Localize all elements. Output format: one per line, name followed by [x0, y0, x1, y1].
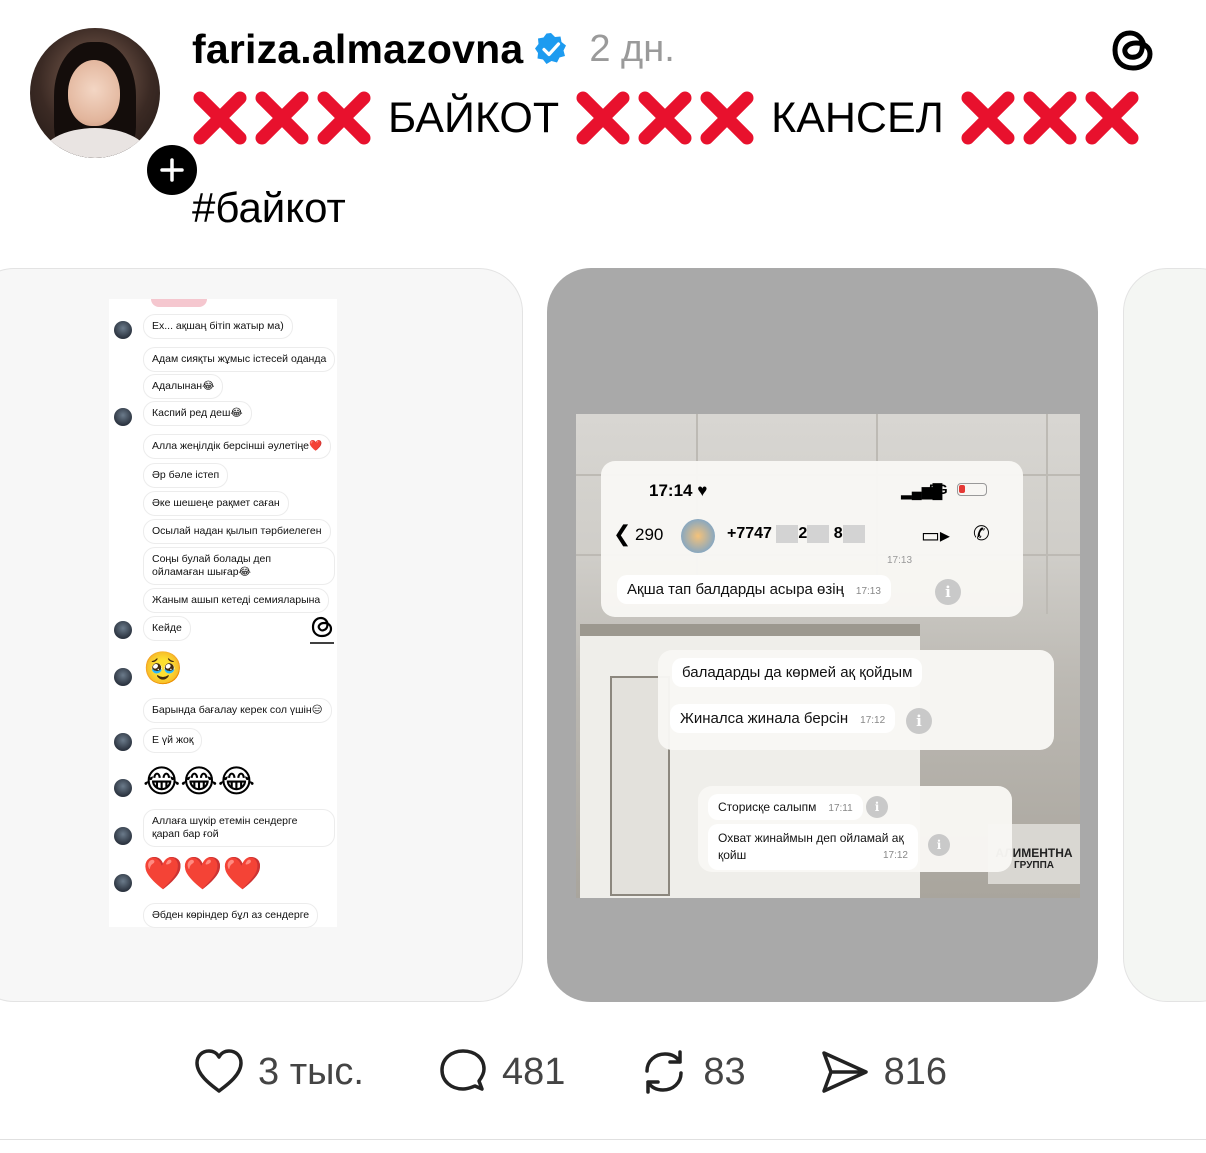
battery-icon	[957, 483, 987, 496]
chat-bubble: Жиналса жинала берсін 17:12	[670, 704, 896, 733]
back-count: 290	[635, 525, 664, 544]
red-cross-mark-icon	[961, 91, 1015, 145]
hashtag-link[interactable]: #байкот	[192, 184, 346, 232]
send-icon	[821, 1051, 868, 1093]
video-call-icon[interactable]: ▭▸	[921, 523, 950, 548]
chat-message: Ех... ақшаң бітіп жатыр ма)	[143, 314, 293, 339]
post-title: БАЙКОТ КАНСЕЛ	[192, 88, 1140, 148]
info-icon[interactable]: i	[866, 796, 888, 818]
info-icon[interactable]: i	[906, 708, 932, 734]
chat-message: Аллаға шүкір етемін сендерге қарап бар ғ…	[143, 809, 335, 847]
chat-message: Әке шешеңе рақмет саған	[143, 491, 289, 516]
chat-avatar	[114, 779, 132, 797]
chat-message: Әбден көріндер бұл аз сендерге	[143, 903, 319, 928]
chat-screenshot-1: Ех... ақшаң бітіп жатыр ма) Адам сияқты …	[109, 299, 337, 928]
repost-icon	[645, 1050, 684, 1094]
chat-avatar	[114, 408, 132, 426]
title-word-boycott: БАЙКОТ	[388, 93, 560, 142]
username[interactable]: fariza.almazovna	[192, 26, 523, 73]
chat-bubble-panel: баладарды да көрмей ақ қойдым Жиналса жи…	[658, 650, 1054, 750]
repost-button[interactable]: 83	[637, 1045, 746, 1099]
chat-message: Жаным ашып кетеді семияларына	[143, 588, 330, 613]
chat-bubble: Ақша тап балдарды асыра өзің 17:13	[617, 575, 891, 604]
chat-bubble: Охват жинаймын деп ойламай ақ қойш 17:12	[708, 824, 918, 870]
phone-call-icon[interactable]: ✆	[973, 521, 990, 546]
post-header: fariza.almazovna 2 дн.	[192, 24, 675, 74]
chat-avatar	[114, 621, 132, 639]
chat-emoji: ❤️❤️❤️	[143, 855, 263, 891]
back-chevron-icon[interactable]: ❮	[613, 521, 631, 547]
info-icon[interactable]: i	[928, 834, 950, 856]
chat-avatar	[114, 733, 132, 751]
chat-message: Адалынан😂	[143, 374, 224, 399]
carousel-image-2[interactable]: АЛИМЕНТНА ГРУППА 17:14 ♥ ▂▄▆█ 5G ❮ 290 +…	[547, 268, 1098, 1002]
chat-message: Осылай надан қылып тәрбиелеген	[143, 519, 331, 544]
red-cross-mark-icon	[317, 91, 371, 145]
chat-message: Әр бәле істеп	[143, 463, 229, 488]
chat-bubble: Сторисқе салыпм 17:11	[708, 794, 863, 820]
like-count: 3 тыс.	[258, 1050, 364, 1093]
chat-avatar	[114, 321, 132, 339]
red-cross-mark-icon	[576, 91, 630, 145]
red-cross-mark-icon	[638, 91, 692, 145]
plus-icon	[160, 158, 184, 182]
comment-button[interactable]: 481	[436, 1045, 565, 1099]
chat-message: Адам сияқты жұмыс істесей оданда	[143, 347, 336, 372]
carousel-image-3[interactable]	[1123, 268, 1206, 1002]
verified-badge-icon	[535, 33, 567, 64]
chat-message: Е үй жоқ	[143, 728, 203, 753]
red-cross-mark-icon	[1085, 91, 1139, 145]
chat-screenshot-2: АЛИМЕНТНА ГРУППА 17:14 ♥ ▂▄▆█ 5G ❮ 290 +…	[576, 414, 1080, 898]
threads-watermark-icon	[310, 616, 334, 644]
threads-logo-icon[interactable]	[1108, 24, 1158, 76]
title-word-cancel: КАНСЕЛ	[771, 93, 944, 142]
red-cross-mark-icon	[1023, 91, 1077, 145]
heart-icon	[195, 1049, 243, 1093]
red-cross-mark-icon	[193, 91, 247, 145]
profile-photo	[30, 28, 160, 158]
status-time: 17:14 ♥	[649, 481, 708, 500]
share-count: 816	[883, 1050, 948, 1093]
red-cross-mark-icon	[255, 91, 309, 145]
carousel-image-1[interactable]: Ех... ақшаң бітіп жатыр ма) Адам сияқты …	[0, 268, 523, 1002]
chat-bubble-panel: Сторисқе салыпм 17:11 i Охват жинаймын де…	[698, 786, 1012, 872]
chat-message: Соңы булай болады деп ойламаған шығар😂	[143, 547, 335, 585]
repost-count: 83	[703, 1050, 746, 1093]
avatar[interactable]	[30, 28, 202, 200]
network-type: 5G	[929, 481, 948, 497]
info-icon[interactable]: i	[935, 579, 961, 605]
chat-bubble: баладарды да көрмей ақ қойдым	[672, 658, 923, 687]
partial-time: 17:13	[887, 555, 913, 566]
chat-message: Алла жеңілдік берсінші әулетіңе❤️	[143, 434, 332, 459]
contact-avatar	[681, 519, 715, 553]
chat-header-panel: 17:14 ♥ ▂▄▆█ 5G ❮ 290 +7747 2 8 ▭▸ ✆ 17:…	[601, 461, 1023, 617]
post-time: 2 дн.	[589, 27, 675, 70]
comment-count: 481	[501, 1050, 566, 1093]
like-button[interactable]: 3 тыс.	[192, 1045, 364, 1099]
contact-phone: +7747 2 8	[727, 525, 865, 543]
comment-bubble-icon	[440, 1049, 486, 1091]
chat-emoji: 🥹	[143, 650, 183, 686]
chat-message: Кейде	[143, 616, 191, 641]
post-actions: 3 тыс. 481 83 816	[192, 1044, 947, 1100]
chat-message: Барында бағалау керек сол үшін😑	[143, 698, 332, 723]
post-divider	[0, 1139, 1206, 1140]
chat-emoji: 😂😂😂	[143, 763, 256, 799]
cross-marks-group	[192, 90, 372, 146]
chat-avatar	[114, 874, 132, 892]
cross-marks-group	[575, 90, 755, 146]
chat-avatar	[114, 827, 132, 845]
share-button[interactable]: 816	[818, 1045, 947, 1099]
chat-avatar	[114, 668, 132, 686]
cross-marks-group	[960, 90, 1140, 146]
chat-message: Каспий ред деш😂	[143, 401, 252, 426]
red-cross-mark-icon	[700, 91, 754, 145]
